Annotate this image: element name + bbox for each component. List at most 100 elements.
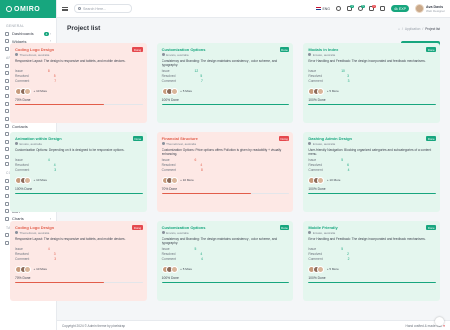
menu-badge: 4: [44, 31, 49, 36]
project-card[interactable]: Customization Options Done Envato, austr…: [156, 221, 294, 301]
menu-icon: [5, 93, 9, 98]
sidebar-section-title: General: [6, 24, 25, 28]
status-badge: Done: [279, 47, 290, 52]
project-title[interactable]: Customization Options: [162, 47, 206, 52]
flag-icon: [315, 6, 321, 11]
progress-bar: [308, 103, 436, 106]
menu-icon: [5, 31, 9, 36]
more-members: + 5 More: [180, 89, 193, 94]
stat-row: Comment 2: [308, 257, 436, 262]
progress-label: 100% Done: [15, 187, 33, 192]
avatar: [317, 265, 325, 273]
project-card[interactable]: Financial Structure Doing Themeforest, a…: [156, 132, 294, 212]
breadcrumb-item[interactable]: Application: [405, 27, 421, 31]
project-title[interactable]: Mobile Friendly: [308, 225, 337, 230]
stat-label: Comment: [15, 257, 30, 262]
breadcrumb-item[interactable]: /: [422, 27, 423, 31]
menu-icon: [5, 186, 9, 191]
project-card[interactable]: Customization Options Done Envato, austr…: [156, 43, 294, 123]
project-description: Customization Options: Price options off…: [161, 148, 282, 156]
search-input[interactable]: Search Here...: [74, 4, 132, 13]
project-card[interactable]: Mobile Friendly Done Envato, australia E…: [303, 221, 440, 301]
progress-bar: [308, 192, 436, 195]
project-title[interactable]: Dashing Admin Design: [308, 136, 352, 141]
menu-toggle-icon[interactable]: [62, 6, 68, 11]
user-profile[interactable]: Ava Davis Web Designer: [415, 4, 445, 13]
moon-icon[interactable]: [336, 6, 342, 11]
project-grid: Coding Logo Design Doing Themeforest, au…: [10, 43, 440, 301]
progress-fill: [308, 103, 436, 106]
progress-label: 100% Done: [161, 98, 179, 103]
stat-value: 10: [341, 69, 345, 73]
project-author: Envato, australia: [308, 53, 436, 57]
author-text: Themeforest, australia: [19, 230, 50, 235]
menu-icon: [5, 131, 9, 136]
brand-logo[interactable]: OMIRO: [0, 0, 56, 18]
author-text: Envato, australia: [19, 141, 42, 146]
chat-bubble-button[interactable]: [435, 317, 444, 326]
breadcrumb-item[interactable]: /: [402, 27, 403, 31]
user-icon: [161, 53, 165, 56]
member-avatars[interactable]: [161, 265, 178, 273]
member-avatars[interactable]: [308, 265, 325, 273]
language-selector[interactable]: ENG: [315, 6, 330, 11]
member-avatars[interactable]: [15, 87, 31, 95]
progress-bar: [308, 281, 436, 284]
member-avatars[interactable]: [308, 87, 325, 95]
page-title: Project list: [67, 25, 101, 32]
cart-icon[interactable]: 4: [347, 5, 354, 11]
sidebar-item-dashboards[interactable]: Dashboards 4 ›: [0, 30, 56, 38]
exp-badge[interactable]: 4k EXP: [391, 5, 410, 12]
project-description: Responsive Layout: The design is respons…: [15, 59, 126, 63]
project-title[interactable]: Coding Logo Design: [15, 225, 54, 230]
avatar: [170, 176, 178, 184]
project-title[interactable]: Coding Logo Design: [15, 47, 54, 52]
stat-label: Comment: [15, 168, 30, 173]
project-title[interactable]: Financial Structure: [162, 136, 198, 141]
fullscreen-icon[interactable]: [380, 6, 386, 11]
project-description: Customization Options: Depending on it i…: [15, 148, 125, 152]
user-icon: [15, 142, 18, 145]
member-avatars[interactable]: [161, 176, 178, 184]
author-text: Envato, australia: [312, 230, 336, 235]
member-avatars[interactable]: [15, 265, 31, 273]
status-badge: Done: [132, 136, 143, 141]
progress-label: 100% Done: [308, 187, 326, 192]
stat-value: 4: [47, 247, 50, 251]
member-avatars[interactable]: [15, 176, 31, 184]
user-icon: [308, 53, 312, 56]
status-badge: Done: [426, 136, 436, 141]
sidebar-item-label: Dashboards: [12, 31, 34, 37]
menu-icon: [5, 46, 9, 51]
member-avatars[interactable]: [308, 176, 325, 184]
author-text: Envato, australia: [166, 230, 189, 235]
status-badge: Done: [426, 47, 436, 52]
project-card[interactable]: Coding Logo Design Doing Themeforest, au…: [10, 221, 147, 301]
progress-label: 100% Done: [308, 276, 326, 281]
avatar: [24, 265, 31, 273]
project-card[interactable]: Coding Logo Design Doing Themeforest, au…: [10, 43, 147, 123]
project-title[interactable]: Animation within Design: [15, 136, 62, 141]
more-members: + 5 More: [326, 267, 339, 272]
project-card[interactable]: Modals in Index Done Envato, australia E…: [303, 43, 440, 123]
cart-count: 4: [350, 5, 354, 9]
project-description: Error Handling and Feedback: The design …: [308, 59, 426, 63]
project-card[interactable]: Dashing Admin Design Done Envato, austra…: [303, 132, 440, 212]
bell-icon[interactable]: 5: [358, 5, 365, 11]
project-card[interactable]: Animation within Design Done Envato, aus…: [10, 132, 147, 212]
more-members: + 10 More: [180, 178, 194, 183]
stat-value: 5: [194, 247, 197, 251]
home-icon[interactable]: ⌂: [398, 27, 400, 31]
project-title[interactable]: Modals in Index: [308, 47, 338, 52]
stat-label: Comment: [161, 79, 176, 84]
menu-icon: [5, 241, 9, 246]
user-icon: [308, 231, 312, 234]
message-icon[interactable]: 1: [369, 5, 376, 11]
avatar: [317, 87, 325, 95]
stat-row: Comment 7: [162, 79, 290, 84]
author-text: Envato, australia: [312, 52, 336, 57]
stat-value: 2: [347, 257, 350, 262]
member-avatars[interactable]: [161, 87, 178, 95]
menu-icon: [5, 154, 9, 159]
project-title[interactable]: Customization Options: [162, 225, 206, 230]
